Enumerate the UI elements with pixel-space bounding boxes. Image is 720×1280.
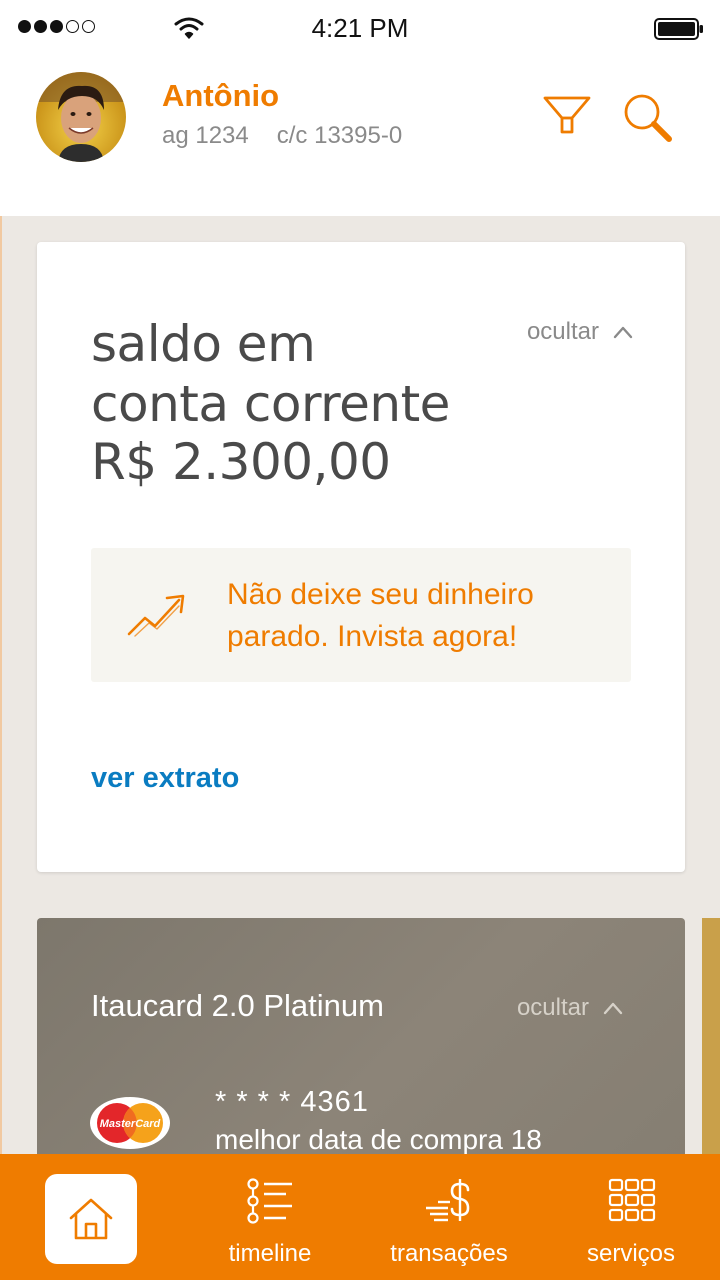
left-edge-line: [0, 216, 2, 1156]
account-number: c/c 13395-0: [276, 122, 403, 149]
credit-card-name: Itaucard 2.0 Platinum: [91, 988, 384, 1023]
nav-services-button[interactable]: serviços: [576, 1154, 686, 1280]
balance-card: saldo em conta corrente R$ 2.300,00 ocul…: [37, 242, 685, 872]
balance-title-line2: conta corrente: [91, 375, 450, 433]
credit-card-panel[interactable]: Itaucard 2.0 Platinum ocultar MasterCard…: [37, 918, 685, 1178]
mastercard-logo-icon: MasterCard: [90, 1097, 170, 1149]
nav-timeline-button[interactable]: timeline: [210, 1154, 330, 1280]
services-icon: [608, 1178, 656, 1222]
agency-number: ag 1234: [162, 122, 249, 149]
search-icon[interactable]: [622, 92, 674, 144]
avatar[interactable]: [36, 72, 126, 162]
nav-services-label: serviços: [586, 1240, 676, 1267]
status-time: 4:21 PM: [311, 13, 409, 43]
user-name: Antônio: [162, 78, 280, 113]
nav-transactions-label: transações: [390, 1240, 508, 1267]
invest-banner-text: Não deixe seu dinheiro parado. Invista a…: [227, 578, 534, 653]
view-statement-link[interactable]: ver extrato: [91, 762, 239, 795]
home-icon: [69, 1198, 113, 1240]
nav-home-button[interactable]: [45, 1174, 137, 1264]
account-info: ag 1234 c/c 13395-0: [162, 122, 402, 150]
hide-balance-button[interactable]: ocultar: [527, 318, 633, 346]
bottom-navigation: timeline transações serviços: [0, 1154, 720, 1280]
balance-title-line1: saldo em: [91, 315, 316, 373]
card-best-purchase-date: melhor data de compra 18: [215, 1124, 542, 1155]
account-header: Antônio ag 1234 c/c 13395-0: [0, 56, 720, 216]
status-bar: 4:21 PM: [0, 0, 720, 56]
filter-icon[interactable]: [542, 92, 592, 142]
nav-timeline-label: timeline: [228, 1240, 312, 1267]
balance-title: saldo em conta corrente: [91, 314, 450, 434]
next-card-peek[interactable]: [702, 918, 720, 1158]
card-number: * * * * 4361: [215, 1086, 369, 1118]
nav-transactions-button[interactable]: transações: [384, 1154, 514, 1280]
battery-icon: [654, 18, 703, 40]
mastercard-wordmark: MasterCard: [100, 1118, 161, 1130]
invest-banner[interactable]: Não deixe seu dinheiro parado. Invista a…: [91, 548, 631, 682]
hide-balance-label: ocultar: [526, 318, 599, 345]
trend-up-icon: [127, 594, 185, 637]
hide-card-label: ocultar: [516, 994, 589, 1021]
timeline-icon: [247, 1178, 292, 1224]
chevron-up-icon: [603, 1002, 623, 1015]
hide-card-button[interactable]: ocultar: [517, 994, 623, 1022]
chevron-up-icon: [613, 326, 633, 339]
balance-amount: R$ 2.300,00: [91, 433, 391, 491]
transactions-icon: [426, 1179, 470, 1222]
